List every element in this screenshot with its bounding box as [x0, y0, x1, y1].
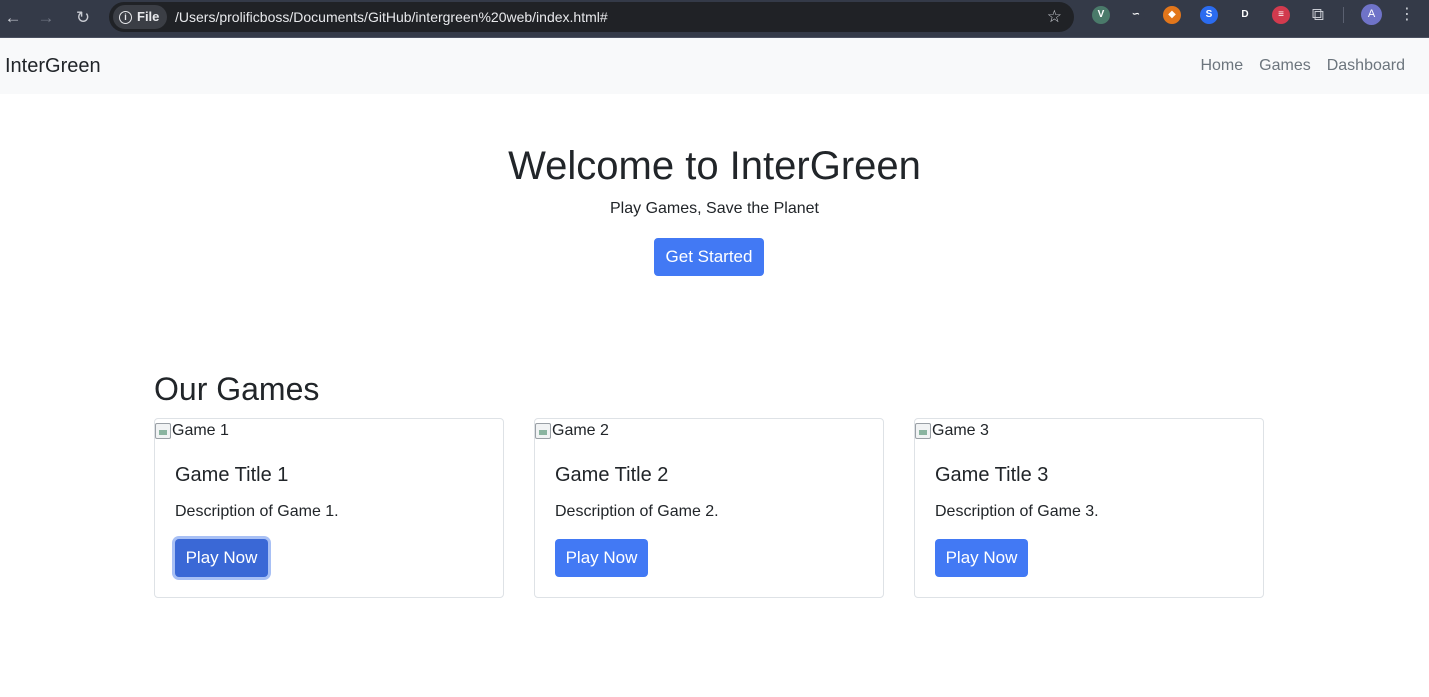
- game-title: Game Title 1: [175, 464, 289, 486]
- game-card-2: Game 2 Game Title 2 Description of Game …: [534, 418, 884, 598]
- game-image-alt: Game 1: [172, 422, 229, 439]
- nav-link-games[interactable]: Games: [1259, 57, 1311, 75]
- game-description: Description of Game 2.: [555, 503, 719, 520]
- games-section-title: Our Games: [154, 371, 320, 407]
- url-text[interactable]: /Users/prolificboss/Documents/GitHub/int…: [175, 2, 608, 32]
- blue-coin-extension-icon[interactable]: S: [1200, 6, 1218, 24]
- game-image-alt: Game 3: [932, 422, 989, 439]
- vue-devtools-icon[interactable]: V: [1092, 6, 1110, 24]
- broken-image-icon: [155, 423, 171, 439]
- game-card-1: Game 1 Game Title 1 Description of Game …: [154, 418, 504, 598]
- game-description: Description of Game 3.: [935, 503, 1099, 520]
- url-scheme-label: File: [137, 9, 160, 24]
- profile-avatar[interactable]: A: [1361, 4, 1382, 25]
- game-card-3: Game 3 Game Title 3 Description of Game …: [914, 418, 1264, 598]
- game-title: Game Title 3: [935, 464, 1049, 486]
- nav-links: Home Games Dashboard: [1200, 38, 1405, 94]
- play-now-button-2[interactable]: Play Now: [555, 539, 648, 577]
- play-now-button-1[interactable]: Play Now: [175, 539, 268, 577]
- game-title: Game Title 2: [555, 464, 669, 486]
- brand-logo-text[interactable]: InterGreen: [5, 38, 101, 94]
- toolbar-divider: [1343, 7, 1344, 23]
- address-bar[interactable]: i File /Users/prolificboss/Documents/Git…: [109, 2, 1074, 32]
- broken-image-icon: [535, 423, 551, 439]
- back-arrow-icon[interactable]: ←: [0, 5, 26, 31]
- reload-icon[interactable]: ↻: [70, 5, 96, 31]
- game-image-broken: Game 3: [915, 422, 989, 440]
- site-info-chip[interactable]: i File: [113, 5, 168, 29]
- game-description: Description of Game 1.: [175, 503, 339, 520]
- metamask-fox-icon[interactable]: ◆: [1163, 6, 1181, 24]
- info-icon: i: [119, 10, 132, 24]
- forward-arrow-icon[interactable]: →: [33, 5, 59, 31]
- purple-d-extension-icon[interactable]: D: [1236, 6, 1254, 24]
- loop-extension-icon[interactable]: ∽: [1127, 6, 1145, 24]
- site-navbar: InterGreen Home Games Dashboard: [0, 38, 1429, 94]
- play-now-button-3[interactable]: Play Now: [935, 539, 1028, 577]
- game-image-alt: Game 2: [552, 422, 609, 439]
- nav-link-dashboard[interactable]: Dashboard: [1327, 57, 1405, 75]
- extensions-puzzle-icon[interactable]: ⧉: [1305, 2, 1331, 28]
- browser-toolbar: ← → ↻ i File /Users/prolificboss/Documen…: [0, 0, 1429, 38]
- nav-link-home[interactable]: Home: [1200, 57, 1243, 75]
- broken-image-icon: [915, 423, 931, 439]
- bookmark-star-icon[interactable]: ☆: [1047, 2, 1062, 32]
- hero-subtitle: Play Games, Save the Planet: [610, 200, 819, 217]
- browser-menu-icon[interactable]: ⋮: [1399, 4, 1415, 26]
- game-image-broken: Game 2: [535, 422, 609, 440]
- striped-globe-extension-icon[interactable]: ≡: [1272, 6, 1290, 24]
- game-image-broken: Game 1: [155, 422, 229, 440]
- hero-title: Welcome to InterGreen: [508, 144, 921, 188]
- get-started-button[interactable]: Get Started: [654, 238, 764, 276]
